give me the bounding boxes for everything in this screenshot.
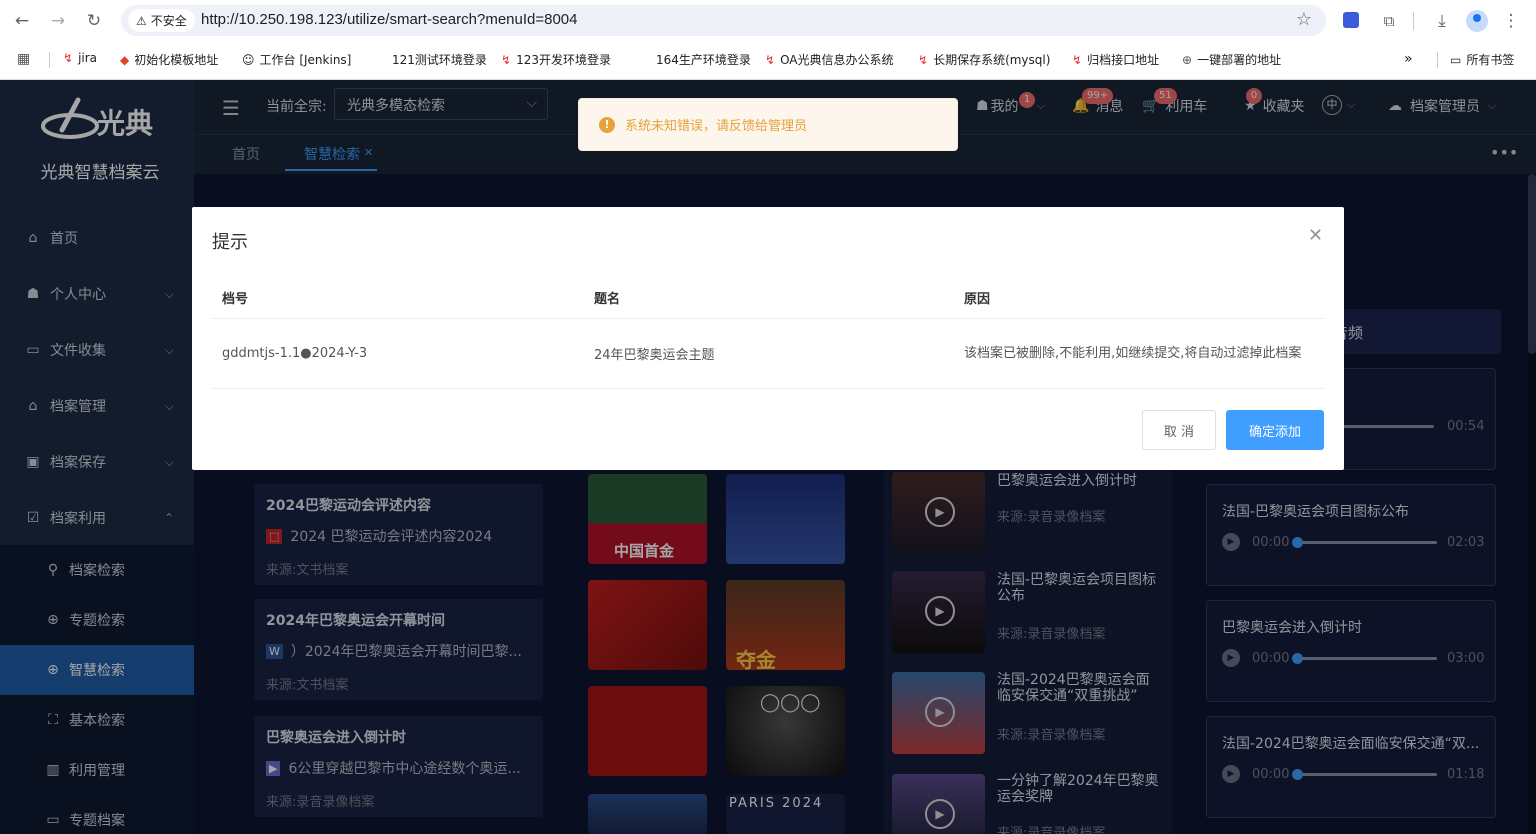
close-icon[interactable]: ✕	[1308, 225, 1323, 246]
star-icon[interactable]: ☆	[1296, 9, 1312, 30]
cell-reason: 该档案已被删除,不能利用,如继续提交,将自动过滤掉此档案	[964, 346, 1302, 361]
bookmark-121[interactable]: 121测试环境登录	[392, 51, 487, 68]
bookmark-164[interactable]: 164生产环境登录	[656, 51, 751, 68]
all-bookmarks[interactable]: ▭ 所有书签	[1450, 51, 1514, 68]
bookmarks-bar: ▦ ↯ jira ◆ 初始化模板地址 ☺ 工作台 [Jenkins] 121测试环境登…	[0, 44, 1536, 74]
error-toast: ! 系统未知错误，请反馈给管理员	[578, 98, 958, 151]
bookmark-icon: ↯	[63, 51, 74, 65]
column-header-code: 档号	[222, 292, 249, 307]
reload-icon[interactable]: ↻	[79, 6, 109, 36]
bookmark-123[interactable]: ↯ 123开发环境登录	[501, 51, 611, 68]
extension-icon[interactable]	[1343, 12, 1359, 28]
profile-avatar[interactable]	[1466, 10, 1488, 32]
url-text[interactable]: http://10.250.198.123/utilize/smart-sear…	[201, 11, 578, 28]
omnibox[interactable]: ⚠ 不安全 http://10.250.198.123/utilize/smar…	[121, 5, 1326, 36]
bookmark-icon: ↯	[765, 52, 776, 67]
gitlab-icon: ◆	[120, 52, 130, 67]
download-icon[interactable]: ⤓	[1427, 6, 1457, 36]
cell-code: gddmtjs-1.1●2024-Y-3	[222, 346, 368, 361]
bookmark-archive-api[interactable]: ↯ 归档接口地址	[1072, 51, 1159, 68]
prompt-dialog: 提示 ✕ 档号 题名 原因 gddmtjs-1.1●2024-Y-3 24年巴黎…	[192, 207, 1344, 470]
globe-icon: ⊕	[1182, 52, 1193, 67]
bookmark-jenkins[interactable]: ☺ 工作台 [Jenkins]	[242, 51, 351, 68]
column-header-reason: 原因	[964, 292, 991, 307]
table-row: gddmtjs-1.1●2024-Y-3 24年巴黎奥运会主题 该档案已被删除,…	[212, 319, 1324, 389]
confirm-add-button[interactable]: 确定添加	[1226, 410, 1324, 450]
puzzle-icon[interactable]: ⧉	[1374, 6, 1404, 36]
cancel-button[interactable]: 取 消	[1142, 410, 1216, 450]
bookmark-template[interactable]: ◆ 初始化模板地址	[120, 51, 218, 68]
browser-chrome: ← → ↻ ⚠ 不安全 http://10.250.198.123/utiliz…	[0, 0, 1536, 80]
menu-dots-icon[interactable]: ⋮	[1496, 6, 1526, 36]
warning-icon: ⚠	[136, 13, 147, 28]
divider	[1413, 12, 1414, 30]
address-bar-row: ← → ↻ ⚠ 不安全 http://10.250.198.123/utiliz…	[0, 0, 1536, 42]
jenkins-icon: ☺	[242, 52, 255, 67]
divider	[49, 52, 50, 68]
dialog-title: 提示	[212, 232, 248, 253]
folder-icon: ▭	[1450, 52, 1462, 67]
security-chip[interactable]: ⚠ 不安全	[128, 9, 195, 32]
table-header: 档号 题名 原因	[212, 277, 1324, 319]
bookmark-icon: ↯	[918, 52, 929, 67]
bookmark-oa[interactable]: ↯ OA光典信息办公系统	[765, 51, 894, 68]
warning-icon: !	[599, 116, 615, 133]
column-header-title: 题名	[594, 292, 621, 307]
bookmark-jira[interactable]: ↯ jira	[63, 51, 97, 65]
bookmark-deploy[interactable]: ⊕ 一键部署的地址	[1182, 51, 1281, 68]
bookmark-icon: ↯	[501, 52, 512, 67]
toast-message: 系统未知错误，请反馈给管理员	[625, 119, 808, 134]
divider	[1437, 52, 1438, 68]
forward-icon[interactable]: →	[43, 6, 73, 36]
apps-grid-icon[interactable]: ▦	[17, 51, 30, 67]
insecure-label: 不安全	[150, 14, 187, 28]
back-icon[interactable]: ←	[7, 6, 37, 36]
bookmark-mysql[interactable]: ↯ 长期保存系统(mysql)	[918, 51, 1050, 68]
cell-title: 24年巴黎奥运会主题	[594, 348, 715, 363]
bookmarks-overflow[interactable]: »	[1404, 51, 1413, 67]
bookmark-icon: ↯	[1072, 52, 1083, 67]
